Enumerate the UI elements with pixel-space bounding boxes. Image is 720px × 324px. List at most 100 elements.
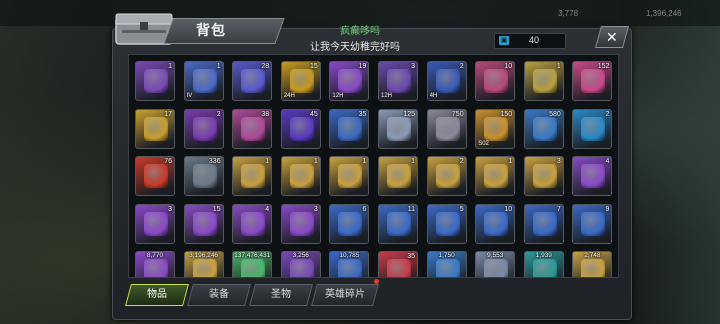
inventory-grid[interactable]: 1 1 IV 28 15 24H 19 12H 3 12H 2 4H 10 1 152 17 2 38 45 35 12… <box>128 54 619 278</box>
inventory-slot[interactable]: 125 <box>378 108 418 149</box>
inventory-slot[interactable]: 1,939 <box>523 251 564 277</box>
item-count: 9,553 <box>487 252 504 259</box>
item-count: 1,750 <box>438 252 455 259</box>
item-count: 3,256 <box>292 252 309 259</box>
inventory-slot[interactable]: 11 <box>378 203 418 244</box>
purple-12h-card-icon <box>338 69 363 93</box>
inventory-slot[interactable]: 45 <box>280 108 321 149</box>
rocket-icon <box>192 164 217 188</box>
item-count: 750 <box>451 110 464 118</box>
inventory-slot[interactable]: 10,785 <box>329 251 370 277</box>
inventory-slot[interactable]: 336 <box>183 156 224 196</box>
item-count: 125 <box>403 110 415 118</box>
gold-gloves-crate-icon <box>484 164 509 188</box>
item-tag: IV <box>186 93 193 99</box>
background-value: 1,396,246 <box>646 9 682 18</box>
item-count: 6 <box>362 205 367 213</box>
inventory-slot[interactable]: 35 <box>378 251 418 277</box>
gem-pile-icon <box>241 69 266 93</box>
inventory-slot[interactable]: 152 <box>572 61 613 101</box>
item-count: 2 <box>459 158 464 165</box>
purple-orb-icon <box>144 259 168 277</box>
inventory-slot[interactable]: 1,750 <box>426 251 467 277</box>
inventory-slot[interactable]: 1 <box>523 61 564 101</box>
inventory-slot[interactable]: 6 <box>329 203 370 244</box>
inventory-slot[interactable]: 2 <box>572 108 613 149</box>
tab-label: 物品 <box>147 289 167 300</box>
item-count: 15 <box>212 205 221 213</box>
inventory-slot[interactable]: 3 <box>135 203 175 244</box>
tab-hero-shards[interactable]: 英雄碎片 <box>311 284 379 306</box>
inventory-slot[interactable]: 17 <box>135 108 175 149</box>
blue-boots-crate-icon <box>387 211 411 236</box>
inventory-slot[interactable]: 15 <box>183 203 224 244</box>
inventory-slot[interactable]: 15 24H <box>280 61 321 101</box>
inventory-slot[interactable]: 10 <box>475 203 516 244</box>
item-count: 10,785 <box>339 252 360 259</box>
inventory-slot[interactable]: 2 <box>426 156 467 196</box>
item-count: 7 <box>556 205 561 213</box>
inventory-slot[interactable]: 19 12H <box>329 61 370 101</box>
inventory-slot[interactable]: 3 <box>280 203 321 244</box>
inventory-slot[interactable]: 10 <box>475 61 516 101</box>
inventory-slot[interactable]: 35 <box>329 108 370 149</box>
blue-ticket-icon <box>532 116 557 141</box>
inventory-slot[interactable]: 1 IV <box>183 61 224 101</box>
item-count: 11 <box>407 205 415 213</box>
gold-blades-crate-icon <box>338 164 363 188</box>
item-count: 4 <box>605 158 610 165</box>
inventory-slot[interactable]: 3 12H <box>378 61 418 101</box>
gold-coin-badge-icon <box>532 69 557 93</box>
tab-equipment[interactable]: 装备 <box>187 284 251 306</box>
item-count: 10 <box>504 205 513 213</box>
inventory-slot[interactable]: 7 <box>523 203 564 244</box>
inventory-slot[interactable]: 1 <box>280 156 321 196</box>
background-value: 3,778 <box>558 9 579 18</box>
close-button[interactable]: ✕ <box>595 26 629 48</box>
item-count: 1 <box>508 158 513 165</box>
inventory-slot[interactable]: 9,553 <box>475 251 516 277</box>
inventory-slot[interactable]: 2 <box>183 108 224 149</box>
purple-gloves-crate-icon <box>241 211 266 236</box>
inventory-slot[interactable]: 1 <box>232 156 273 196</box>
inventory-slot[interactable]: 2 4H <box>426 61 467 101</box>
inventory-slot[interactable]: 38 <box>232 108 273 149</box>
inventory-slot[interactable]: 1 <box>378 156 418 196</box>
inventory-slot[interactable]: 2,748 <box>572 251 613 277</box>
item-count: 5 <box>459 205 464 213</box>
inventory-slot[interactable]: 8,770 <box>135 251 175 277</box>
inventory-slot[interactable]: 4 <box>572 156 613 196</box>
item-count: 2 <box>459 63 464 70</box>
item-count: 1 <box>216 63 221 70</box>
blue-orb-icon <box>338 259 363 277</box>
purple-star-orb-icon <box>289 116 314 141</box>
inventory-slot[interactable]: 137,476,431 <box>232 251 273 277</box>
capacity-display: ▣ 40 <box>494 33 566 49</box>
item-count: 3 <box>556 158 561 165</box>
inventory-slot[interactable]: 3,256 <box>280 251 321 277</box>
inventory-slot[interactable]: 750 <box>426 108 467 149</box>
green-orb-icon <box>241 259 266 277</box>
inventory-slot[interactable]: 1 <box>329 156 370 196</box>
tab-relics[interactable]: 圣物 <box>249 284 313 306</box>
blue-wing-icon <box>435 259 460 277</box>
item-count: 3 <box>168 205 172 213</box>
inventory-slot[interactable]: 3 <box>523 156 564 196</box>
inventory-slot[interactable]: 4 <box>232 203 273 244</box>
inventory-slot[interactable]: 5 <box>426 203 467 244</box>
pink-mushroom-icon <box>581 69 606 93</box>
inventory-slot[interactable]: 76 <box>135 156 175 196</box>
tab-items[interactable]: 物品 <box>125 284 189 306</box>
inventory-slot[interactable]: 28 <box>232 61 273 101</box>
inventory-slot[interactable]: 1 <box>135 61 175 101</box>
window-title: 背包 <box>196 22 226 38</box>
inventory-slot[interactable]: 580 <box>523 108 564 149</box>
item-count: 1,939 <box>535 252 552 259</box>
inventory-slot[interactable]: 1 <box>475 156 516 196</box>
item-count: 28 <box>261 63 270 70</box>
purple-armor-crate-icon <box>192 211 217 236</box>
inventory-slot[interactable]: 150 S02 <box>475 108 516 149</box>
item-count: 19 <box>358 63 367 70</box>
inventory-slot[interactable]: 3,196,246 <box>183 251 224 277</box>
inventory-slot[interactable]: 9 <box>572 203 613 244</box>
